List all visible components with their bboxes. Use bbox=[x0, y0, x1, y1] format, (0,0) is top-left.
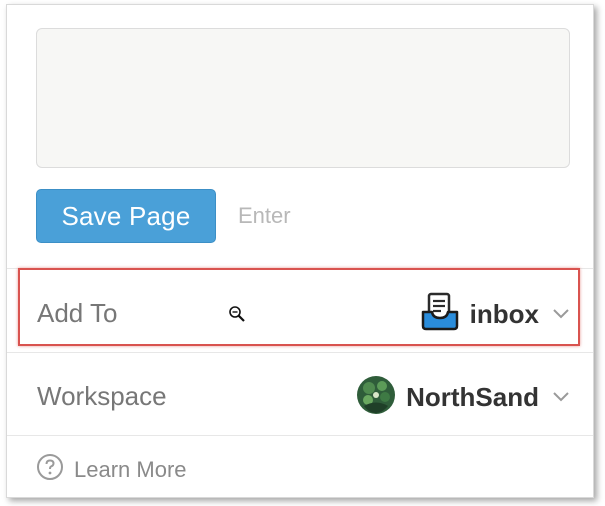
learn-more-label: Learn More bbox=[74, 456, 187, 482]
chevron-down-icon bbox=[553, 389, 569, 407]
workspace-value: NorthSand bbox=[406, 382, 539, 412]
help-circle-icon bbox=[36, 453, 64, 486]
clipper-panel-frame: Save Page Enter Add To inbox Workspace N… bbox=[0, 0, 605, 506]
clipper-panel: Save Page Enter Add To inbox Workspace N… bbox=[6, 4, 594, 498]
learn-more-link[interactable]: Learn More bbox=[36, 453, 187, 486]
zoom-cursor-icon bbox=[228, 305, 246, 323]
divider bbox=[7, 352, 593, 353]
workspace-avatar bbox=[356, 375, 396, 420]
page-notes-textarea[interactable] bbox=[36, 28, 570, 168]
save-page-button[interactable]: Save Page bbox=[36, 189, 216, 243]
highlight-box bbox=[18, 268, 580, 346]
workspace-label: Workspace bbox=[37, 381, 167, 411]
workspace-selector[interactable]: NorthSand bbox=[356, 375, 569, 420]
enter-shortcut-hint: Enter bbox=[238, 203, 291, 228]
divider bbox=[7, 435, 593, 436]
workspace-row[interactable]: Workspace NorthSand bbox=[7, 355, 593, 435]
